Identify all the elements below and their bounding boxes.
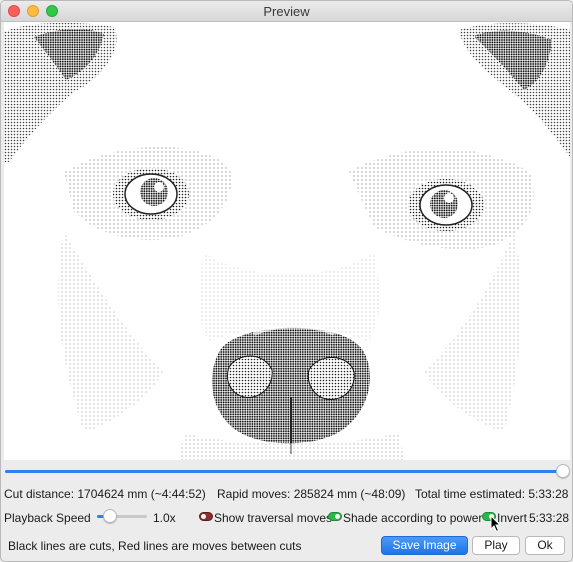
title-bar: Preview [1, 1, 572, 22]
playback-speed-value: 1.0x [153, 511, 176, 525]
shade-power-toggle[interactable] [328, 512, 342, 521]
shade-power-label: Shade according to power [343, 511, 483, 525]
cut-distance-text: Cut distance: 1704624 mm (~4:44:52) [4, 487, 206, 501]
show-traversal-label: Show traversal moves [214, 511, 333, 525]
save-image-button[interactable]: Save Image [381, 536, 468, 555]
playback-speed-knob[interactable] [102, 509, 117, 523]
elapsed-time-text: 5:33:28 [529, 511, 570, 525]
right-eye-graphic [408, 179, 484, 231]
playback-progress-slider[interactable] [5, 470, 563, 473]
show-traversal-toggle[interactable] [199, 512, 213, 521]
preview-window: Preview Cut distance: 1704624 mm (~4:44:… [0, 0, 573, 562]
total-time-text: Total time estimated: 5:33:28 [415, 487, 569, 501]
left-eye-graphic [113, 168, 189, 220]
engraving-preview-canvas [4, 22, 570, 460]
mouse-cursor-icon [490, 515, 502, 533]
playback-speed-label: Playback Speed [4, 511, 91, 525]
play-button[interactable]: Play [472, 536, 520, 555]
legend-text: Black lines are cuts, Red lines are move… [8, 539, 302, 553]
playback-progress-knob[interactable] [556, 464, 570, 478]
window-title: Preview [263, 4, 310, 19]
rapid-moves-text: Rapid moves: 285824 mm (~48:09) [217, 487, 406, 501]
dog-face-engraving-image [4, 22, 570, 460]
ok-button[interactable]: Ok [525, 536, 565, 555]
